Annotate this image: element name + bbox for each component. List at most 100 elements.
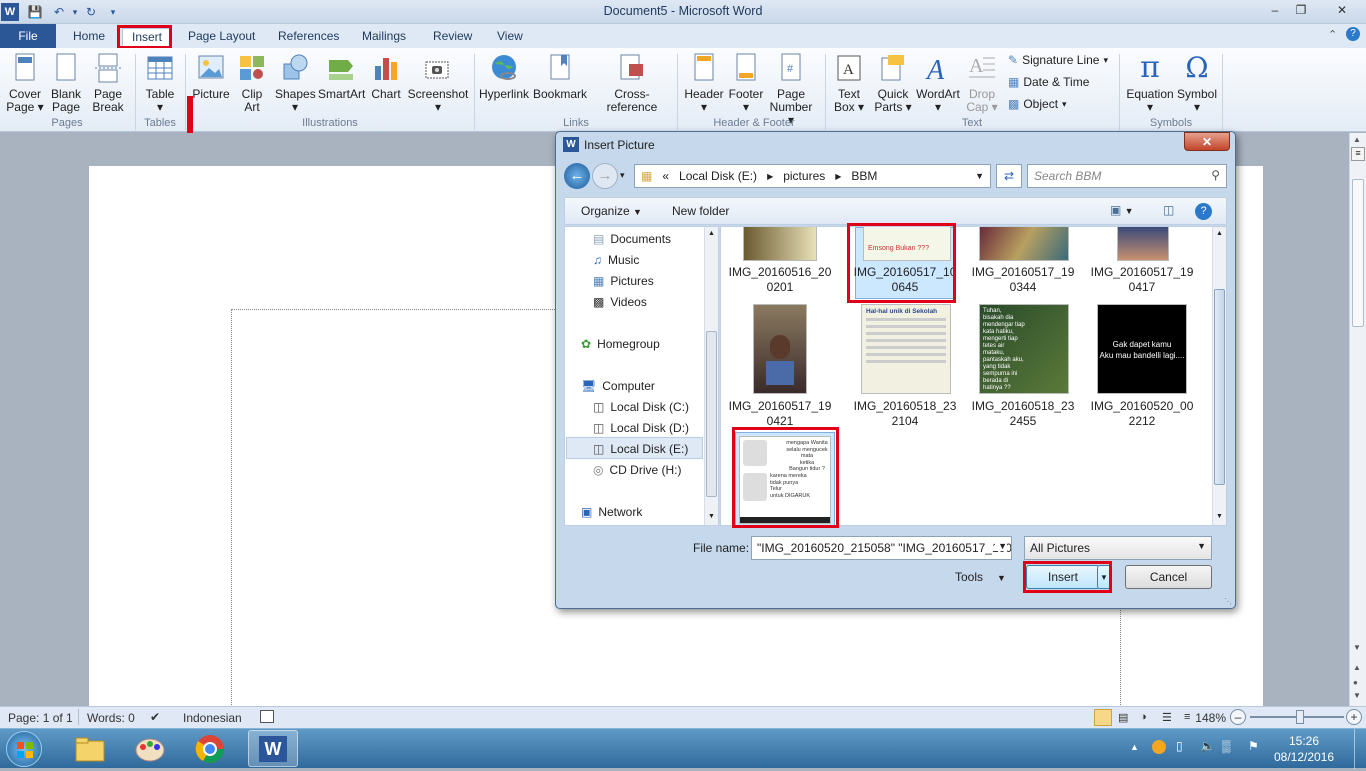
show-desktop-button[interactable] <box>1354 729 1366 769</box>
tab-mailings[interactable]: Mailings <box>353 28 415 48</box>
paint-taskbar-icon[interactable] <box>130 733 170 765</box>
file-item[interactable]: IMG_20160520_00 2212 <box>1087 399 1197 429</box>
network-icon[interactable]: ▒ <box>1222 739 1231 753</box>
nav-cd-drive[interactable]: ◎ CD Drive (H:) <box>593 461 681 479</box>
zoom-out-icon[interactable]: – <box>1230 709 1246 725</box>
chrome-taskbar-icon[interactable] <box>190 733 230 765</box>
signature-line-button[interactable]: ✎ Signature Line ▾ <box>1008 53 1108 67</box>
nav-homegroup[interactable]: ✿ Homegroup <box>581 335 660 353</box>
quick-parts-button[interactable]: Quick Parts ▾ <box>872 52 914 114</box>
nav-drive-e[interactable]: ◫ Local Disk (E:) <box>593 440 688 458</box>
outline-icon[interactable]: ☰ <box>1162 711 1172 724</box>
nav-drive-c[interactable]: ◫ Local Disk (C:) <box>593 398 689 416</box>
cancel-button[interactable]: Cancel <box>1125 565 1212 589</box>
tab-review[interactable]: Review <box>424 28 481 48</box>
volume-icon[interactable]: 🔈 <box>1200 739 1215 753</box>
full-screen-reading-icon[interactable]: ▤ <box>1118 711 1128 724</box>
nav-documents[interactable]: ▤ Documents <box>593 230 671 248</box>
file-thumbnail[interactable]: Hal-hal unik di Sekolah <box>861 304 951 394</box>
next-page-icon[interactable]: ▼ <box>1353 691 1361 700</box>
change-view-icon[interactable]: ▣ ▼ <box>1110 203 1134 217</box>
file-thumbnail[interactable] <box>743 227 817 261</box>
tab-references[interactable]: References <box>269 28 348 48</box>
search-input[interactable]: Search BBM ⚲ <box>1027 164 1227 188</box>
zoom-slider-thumb[interactable] <box>1296 710 1304 724</box>
clock-time[interactable]: 15:26 <box>1272 734 1336 748</box>
file-type-select[interactable]: All Pictures ▼ <box>1024 536 1212 560</box>
refresh-icon[interactable]: ⇄ <box>996 164 1022 188</box>
forward-icon[interactable]: → <box>592 163 618 189</box>
breadcrumb-local-disk-e[interactable]: Local Disk (E:) <box>679 169 757 183</box>
dialog-close-icon[interactable]: ✕ <box>1184 132 1230 151</box>
tab-home[interactable]: Home <box>64 28 114 48</box>
file-scroll-thumb[interactable] <box>1214 289 1225 485</box>
nav-scroll-thumb[interactable] <box>706 331 717 497</box>
zoom-level[interactable]: 148% <box>1194 711 1226 725</box>
nav-pictures[interactable]: ▦ Pictures <box>593 272 654 290</box>
show-hidden-icons[interactable]: ▲ <box>1130 742 1139 752</box>
macro-icon[interactable] <box>260 710 274 723</box>
file-thumbnail[interactable]: Gak dapet kamu Aku mau bandelli lagi.... <box>1097 304 1187 394</box>
page-number-button[interactable]: # Page Number ▾ <box>768 52 814 127</box>
blank-page-button[interactable]: Blank Page <box>48 52 84 114</box>
nav-drive-d[interactable]: ◫ Local Disk (D:) <box>593 419 689 437</box>
text-box-button[interactable]: A Text Box ▾ <box>830 52 868 114</box>
table-button[interactable]: Table ▾ <box>141 52 179 114</box>
web-layout-icon[interactable]: ◑ <box>1140 711 1147 723</box>
nav-network[interactable]: ▣ Network <box>581 503 642 521</box>
nav-scrollbar[interactable]: ▲ ▼ <box>704 227 718 525</box>
file-item[interactable]: IMG_20160517_19 0344 <box>968 265 1078 295</box>
file-thumbnail[interactable] <box>753 304 807 394</box>
tray-device-icon[interactable]: ▯ <box>1176 739 1183 753</box>
language[interactable]: Indonesian <box>183 711 242 725</box>
vertical-scrollbar[interactable]: ▲ ≡ ▼ ▲ ● ▼ <box>1349 133 1366 706</box>
file-name-dropdown-icon[interactable]: ▼ <box>995 541 1007 551</box>
page-count[interactable]: Page: 1 of 1 <box>8 711 73 725</box>
minimize-icon[interactable]: – <box>1262 1 1288 19</box>
action-center-icon[interactable]: ⚑ <box>1248 739 1259 753</box>
tools-button[interactable]: Tools ▼ <box>955 570 1006 584</box>
file-name-input[interactable]: "IMG_20160520_215058" "IMG_20160517_1006… <box>751 536 1012 560</box>
tab-view[interactable]: View <box>488 28 532 48</box>
smartart-button[interactable]: SmartArt <box>318 52 365 101</box>
hyperlink-button[interactable]: Hyperlink <box>479 52 529 101</box>
file-item[interactable]: IMG_20160516_20 0201 <box>725 265 835 295</box>
address-dropdown-icon[interactable]: ▼ <box>975 171 984 181</box>
cross-reference-button[interactable]: Cross-reference <box>590 52 674 114</box>
symbol-button[interactable]: Ω Symbol ▾ <box>1176 52 1218 114</box>
nav-videos[interactable]: ▩ Videos <box>593 293 647 311</box>
clip-art-button[interactable]: Clip Art <box>236 52 268 114</box>
file-explorer-taskbar-icon[interactable] <box>70 733 110 765</box>
minimize-ribbon-icon[interactable]: ⌃ <box>1328 28 1337 41</box>
header-button[interactable]: Header ▾ <box>683 52 725 114</box>
object-button[interactable]: ▩ Object ▾ <box>1008 97 1067 111</box>
footer-button[interactable]: Footer ▾ <box>726 52 766 114</box>
cover-page-button[interactable]: Cover Page ▾ <box>6 52 44 114</box>
breadcrumb[interactable]: ▦ « Local Disk (E:) ▶ pictures ▶ BBM ▼ <box>634 164 991 188</box>
file-type-dropdown-icon[interactable]: ▼ <box>1197 541 1206 551</box>
file-item[interactable]: IMG_20160517_19 0421 <box>725 399 835 429</box>
draft-icon[interactable]: ≡ <box>1184 711 1190 723</box>
file-scrollbar[interactable]: ▲ ▼ <box>1212 227 1226 525</box>
scroll-thumb[interactable] <box>1352 179 1364 327</box>
recent-locations-icon[interactable]: ▾ <box>620 170 625 181</box>
help-icon[interactable]: ? <box>1195 203 1212 220</box>
tab-page-layout[interactable]: Page Layout <box>179 28 264 48</box>
proofing-icon[interactable]: ✔ <box>150 710 160 724</box>
organize-button[interactable]: Organize ▼ <box>581 204 642 218</box>
help-icon[interactable]: ? <box>1346 27 1360 41</box>
clock-date[interactable]: 08/12/2016 <box>1272 750 1336 764</box>
breadcrumb-overflow[interactable]: « <box>662 169 669 183</box>
word-taskbar-icon[interactable]: W <box>248 730 298 767</box>
scroll-up-icon[interactable]: ▲ <box>1353 135 1361 144</box>
maximize-icon[interactable]: ❐ <box>1288 1 1314 19</box>
file-item[interactable]: IMG_20160517_19 0417 <box>1087 265 1197 295</box>
file-item[interactable]: IMG_20160518_23 2455 <box>968 399 1078 429</box>
screenshot-button[interactable]: Screenshot ▾ <box>406 52 470 114</box>
ruler-toggle-icon[interactable]: ≡ <box>1351 147 1365 161</box>
chart-button[interactable]: Chart <box>368 52 404 101</box>
preview-pane-icon[interactable]: ◫ <box>1163 203 1174 217</box>
equation-button[interactable]: π Equation ▾ <box>1124 52 1176 114</box>
zoom-in-icon[interactable]: + <box>1346 709 1362 725</box>
back-icon[interactable]: ← <box>564 163 590 189</box>
